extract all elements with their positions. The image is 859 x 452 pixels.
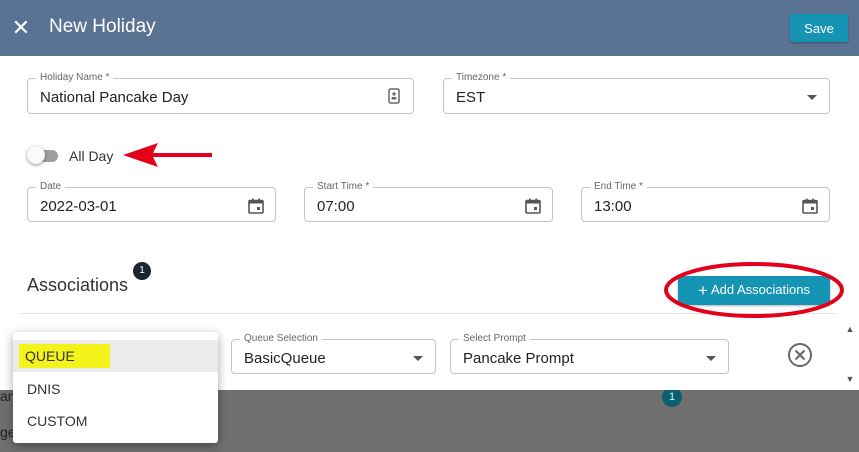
menu-item-label: DNIS xyxy=(27,381,61,397)
contact-card-icon xyxy=(388,88,400,104)
associations-count-badge: 1 xyxy=(133,262,151,280)
add-associations-label: Add Associations xyxy=(710,281,810,297)
add-associations-button[interactable]: + Add Associations xyxy=(678,276,830,305)
menu-item-label: CUSTOM xyxy=(27,413,88,429)
menu-item-dnis[interactable]: DNIS xyxy=(13,373,218,405)
scroll-down-arrow[interactable]: ▼ xyxy=(843,372,857,386)
timezone-select[interactable]: Timezone * EST xyxy=(443,72,830,114)
scroll-up-arrow[interactable]: ▲ xyxy=(843,322,857,336)
date-label: Date xyxy=(36,181,66,193)
dialog-header: ✕ New Holiday Save xyxy=(0,0,859,56)
chevron-down-icon xyxy=(413,356,423,361)
menu-item-custom[interactable]: CUSTOM xyxy=(13,405,218,437)
all-day-toggle[interactable] xyxy=(27,146,45,164)
save-button[interactable]: Save xyxy=(790,14,848,42)
calendar-icon[interactable] xyxy=(801,197,819,215)
queue-selection-select[interactable]: Queue Selection BasicQueue xyxy=(231,333,436,374)
start-time-label: Start Time * xyxy=(313,181,374,193)
end-time-label: End Time * xyxy=(590,181,647,193)
date-field[interactable]: Date 2022-03-01 xyxy=(27,181,276,222)
section-divider xyxy=(20,313,837,314)
association-type-menu: QUEUE DNIS CUSTOM xyxy=(13,332,218,443)
select-prompt-label: Select Prompt xyxy=(459,333,530,345)
calendar-icon[interactable] xyxy=(247,197,265,215)
date-value: 2022-03-01 xyxy=(40,198,117,215)
select-prompt-select[interactable]: Select Prompt Pancake Prompt xyxy=(450,333,729,374)
background-count-badge: 1 xyxy=(662,387,682,407)
timezone-label: Timezone * xyxy=(452,72,511,84)
queue-selection-value: BasicQueue xyxy=(244,350,326,367)
all-day-label: All Day xyxy=(69,148,114,164)
remove-association-icon[interactable] xyxy=(787,342,813,368)
start-time-value: 07:00 xyxy=(317,198,355,215)
holiday-name-value: National Pancake Day xyxy=(40,89,189,106)
menu-item-label: QUEUE xyxy=(19,344,110,368)
end-time-field[interactable]: End Time * 13:00 xyxy=(581,181,830,222)
chevron-down-icon xyxy=(807,95,817,100)
chevron-down-icon xyxy=(706,356,716,361)
holiday-name-field[interactable]: Holiday Name * National Pancake Day xyxy=(27,72,414,114)
select-prompt-value: Pancake Prompt xyxy=(463,350,574,367)
holiday-name-label: Holiday Name * xyxy=(36,72,114,84)
dialog-title: New Holiday xyxy=(49,16,156,37)
end-time-value: 13:00 xyxy=(594,198,632,215)
start-time-field[interactable]: Start Time * 07:00 xyxy=(304,181,553,222)
queue-selection-label: Queue Selection xyxy=(240,333,322,345)
calendar-icon[interactable] xyxy=(524,197,542,215)
plus-icon: + xyxy=(698,280,708,300)
close-icon[interactable]: ✕ xyxy=(10,14,32,42)
timezone-value: EST xyxy=(456,89,486,106)
menu-item-queue[interactable]: QUEUE xyxy=(13,340,218,372)
associations-heading: Associations xyxy=(27,275,129,295)
